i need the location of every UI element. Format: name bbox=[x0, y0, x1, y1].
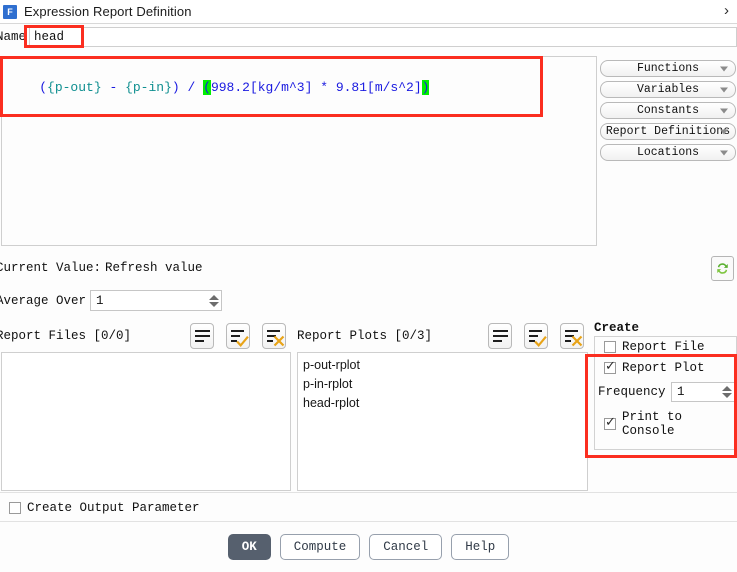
expand-chevron-icon[interactable]: › bbox=[724, 2, 729, 19]
expression-report-definition-dialog: F Expression Report Definition › Name ({… bbox=[0, 0, 737, 572]
stepper-up-icon[interactable] bbox=[721, 386, 732, 391]
report-files-label: Report Files [0/0] bbox=[0, 329, 132, 343]
expression-token: ) bbox=[171, 80, 180, 95]
print-to-console-label: Print to Console bbox=[622, 410, 683, 438]
expression-token: ) bbox=[421, 80, 430, 95]
dialog-button-row: OK Compute Cancel Help bbox=[0, 534, 737, 560]
insert-menu-report-definitions[interactable]: Report Definitions bbox=[600, 123, 736, 140]
stepper-down-icon[interactable] bbox=[721, 393, 732, 398]
create-output-parameter-row[interactable]: Create Output Parameter bbox=[9, 501, 200, 515]
report-files-clear-all-icon[interactable] bbox=[262, 323, 286, 349]
frequency-label: Frequency bbox=[598, 385, 666, 399]
fluent-f-icon: F bbox=[3, 4, 17, 19]
report-files-select-all-icon[interactable] bbox=[190, 323, 214, 349]
expression-token bbox=[195, 80, 203, 95]
name-input[interactable] bbox=[29, 27, 737, 47]
create-report-plot-row[interactable]: Report Plot bbox=[604, 359, 705, 375]
list-item[interactable]: p-out-rplot bbox=[303, 356, 582, 375]
average-over-value: 1 bbox=[96, 293, 104, 308]
create-report-file-row[interactable]: Report File bbox=[604, 340, 705, 354]
insert-menu-report-definitions-label: Report Definitions bbox=[605, 125, 731, 138]
close-x-icon bbox=[571, 335, 583, 347]
list-item[interactable]: p-in-rplot bbox=[303, 375, 582, 394]
insert-menu-locations[interactable]: Locations bbox=[600, 144, 736, 161]
average-over-stepper[interactable]: 1 bbox=[90, 290, 222, 311]
insert-menu-variables-label: Variables bbox=[636, 83, 700, 96]
name-label: Name bbox=[0, 30, 27, 44]
chevron-down-icon bbox=[720, 66, 728, 71]
close-x-icon bbox=[273, 335, 285, 347]
expression-token: * bbox=[320, 80, 328, 95]
create-group-title: Create bbox=[594, 321, 640, 335]
expression-token: {p-in} bbox=[125, 80, 172, 95]
help-button[interactable]: Help bbox=[451, 534, 510, 560]
expression-token: 9.81[m/s^2] bbox=[335, 80, 422, 95]
refresh-green-icon[interactable] bbox=[711, 256, 734, 281]
chevron-down-icon bbox=[720, 129, 728, 134]
expression-token: {p-out} bbox=[47, 80, 102, 95]
create-report-file-checkbox[interactable] bbox=[604, 341, 616, 353]
insert-menu-locations-label: Locations bbox=[636, 146, 700, 159]
name-row: Name bbox=[0, 27, 737, 47]
report-files-check-all-icon[interactable] bbox=[226, 323, 250, 349]
insert-menu-variables[interactable]: Variables bbox=[600, 81, 736, 98]
list-item[interactable]: head-rplot bbox=[303, 394, 582, 413]
create-report-file-label: Report File bbox=[622, 340, 705, 354]
insert-menu-functions[interactable]: Functions bbox=[600, 60, 736, 77]
divider-above-buttons bbox=[0, 521, 737, 522]
print-to-console-row[interactable]: Print to Console bbox=[604, 410, 737, 438]
expression-token: 998.2[kg/m^3] bbox=[210, 80, 313, 95]
check-icon bbox=[236, 336, 249, 348]
page-title: Expression Report Definition bbox=[24, 4, 192, 19]
insert-menu-functions-label: Functions bbox=[636, 62, 700, 75]
create-report-plot-label: Report Plot bbox=[622, 361, 705, 375]
title-divider bbox=[0, 23, 737, 24]
cancel-button[interactable]: Cancel bbox=[369, 534, 443, 560]
insert-menu-column: Functions Variables Constants Report Def… bbox=[600, 60, 736, 165]
frequency-stepper[interactable]: 1 bbox=[671, 382, 735, 402]
create-output-parameter-label: Create Output Parameter bbox=[27, 501, 200, 515]
report-plots-check-all-icon[interactable] bbox=[524, 323, 548, 349]
expression-token bbox=[117, 80, 125, 95]
expression-token bbox=[180, 80, 188, 95]
title-bar: F Expression Report Definition bbox=[0, 0, 737, 23]
report-plots-select-all-icon[interactable] bbox=[488, 323, 512, 349]
average-over-label: Average Over bbox=[0, 294, 87, 308]
compute-button[interactable]: Compute bbox=[279, 534, 361, 560]
divider-above-output-parameter bbox=[0, 492, 737, 493]
expression-editor[interactable]: ({p-out} - {p-in}) / (998.2[kg/m^3] * 9.… bbox=[1, 56, 597, 246]
create-output-parameter-checkbox[interactable] bbox=[9, 502, 21, 514]
insert-menu-constants[interactable]: Constants bbox=[600, 102, 736, 119]
chevron-down-icon bbox=[720, 150, 728, 155]
list-lines-icon bbox=[493, 330, 508, 344]
chevron-down-icon bbox=[720, 108, 728, 113]
expression-token: ( bbox=[203, 80, 211, 95]
stepper-down-icon[interactable] bbox=[208, 301, 219, 307]
average-over-arrows[interactable] bbox=[206, 291, 221, 310]
report-files-list[interactable] bbox=[1, 352, 291, 491]
frequency-arrows[interactable] bbox=[719, 383, 734, 401]
print-to-console-checkbox[interactable] bbox=[604, 415, 616, 430]
frequency-value: 1 bbox=[677, 385, 685, 399]
insert-menu-constants-label: Constants bbox=[636, 104, 700, 117]
report-plots-clear-all-icon[interactable] bbox=[560, 323, 584, 349]
report-plots-label: Report Plots [0/3] bbox=[297, 329, 433, 343]
report-plots-list[interactable]: p-out-rplot p-in-rplot head-rplot bbox=[297, 352, 588, 491]
expression-token: ( bbox=[39, 80, 48, 95]
stepper-up-icon[interactable] bbox=[208, 294, 219, 300]
chevron-down-icon bbox=[720, 87, 728, 92]
refresh-value-link[interactable]: Refresh value bbox=[105, 261, 203, 275]
current-value-label: Current Value: bbox=[0, 261, 102, 275]
create-report-plot-checkbox[interactable] bbox=[604, 359, 616, 374]
expression-token bbox=[328, 80, 336, 95]
list-lines-icon bbox=[195, 330, 210, 344]
check-icon bbox=[534, 336, 547, 348]
ok-button[interactable]: OK bbox=[227, 534, 271, 560]
